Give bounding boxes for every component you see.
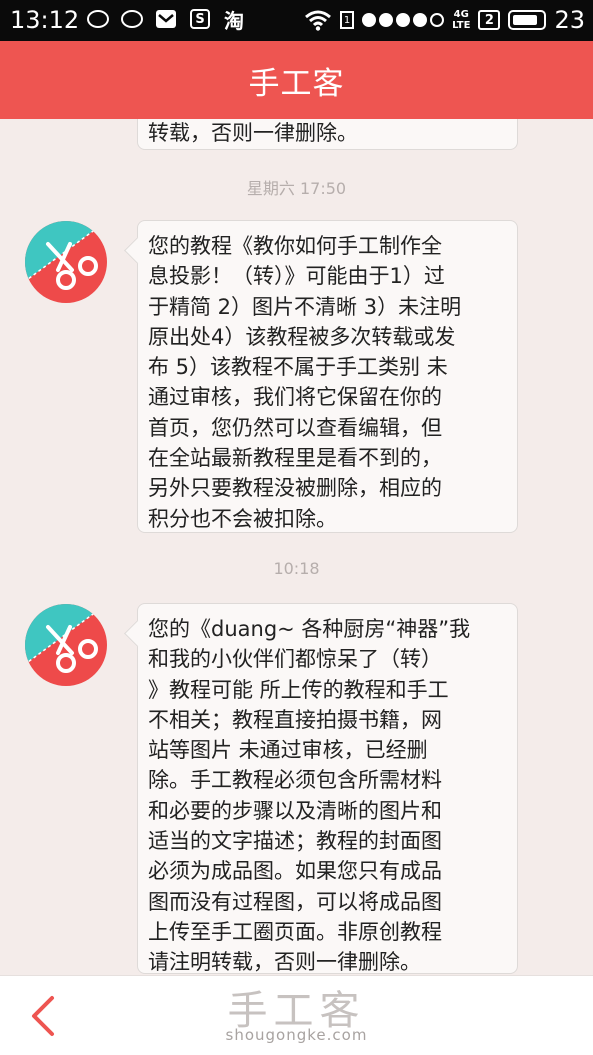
message-icon bbox=[120, 8, 144, 30]
battery-icon bbox=[508, 10, 547, 30]
sim-slot-icon: 2 bbox=[478, 10, 501, 30]
app-header: 手工客 bbox=[0, 41, 593, 119]
message-line: 另外只要教程没被删除，相应的 bbox=[148, 476, 442, 501]
message-line: 通过审核，我们将它保留在你的 bbox=[148, 385, 442, 410]
message-bubble: 您的教程《教你如何手工制作全 息投影！（转）》可能由于1）过 于精简 2）图片不… bbox=[137, 220, 518, 533]
wifi-icon bbox=[305, 10, 332, 31]
message-timestamp: 10:18 bbox=[273, 559, 320, 578]
message-line: 上传至手工圈页面。非原创教程 bbox=[148, 919, 442, 944]
message-list[interactable]: 转载，否则一律删除。 星期六 17:50 您的教程《教你如何手工制作全 息投影！… bbox=[0, 119, 593, 975]
message-line: 转载，否则一律删除。 bbox=[148, 121, 358, 145]
taobao-icon: 淘 bbox=[224, 8, 244, 33]
notification-icons: S 淘 bbox=[86, 8, 246, 33]
message-line: 首页，您仍然可以查看编辑，但 bbox=[148, 415, 442, 440]
message-line: 站等图片 未通过审核，已经删 bbox=[148, 738, 428, 763]
message-line: 您的《duang~ 各种厨房“神器”我 bbox=[148, 617, 471, 641]
s-app-label: S bbox=[190, 9, 210, 29]
network-4g: 4G bbox=[453, 9, 469, 20]
message-line: 在全站最新教程里是看不到的， bbox=[148, 446, 442, 471]
signal-icon bbox=[362, 13, 445, 27]
bottom-bar: 手工客 shougongke.com bbox=[0, 975, 593, 1055]
message-line: 于精简 2）图片不清晰 3）未注明 bbox=[148, 294, 462, 319]
message-timestamp: 星期六 17:50 bbox=[246, 179, 347, 198]
message-line: 请注明转载，否则一律删除。 bbox=[148, 950, 421, 975]
mail-icon bbox=[154, 8, 178, 30]
message-line: 您的教程《教你如何手工制作全 bbox=[148, 234, 442, 258]
battery-level: 23 bbox=[554, 6, 585, 34]
message-line: 原出处4）该教程被多次转载或发 bbox=[148, 324, 456, 349]
network-type: 4G LTE bbox=[452, 9, 470, 31]
message-line: 和我的小伙伴们都惊呆了（转） bbox=[148, 647, 442, 672]
message-line: 和必要的步骤以及清晰的图片和 bbox=[148, 798, 442, 823]
message-line: 不相关；教程直接拍摄书籍，网 bbox=[148, 707, 442, 732]
watermark-url: shougongke.com bbox=[225, 1026, 368, 1044]
message-line: 布 5）该教程不属于手工类别 未 bbox=[148, 355, 448, 380]
message-line: 积分也不会被扣除。 bbox=[148, 506, 337, 531]
chat-bubble-icon bbox=[86, 8, 110, 30]
network-lte: LTE bbox=[452, 20, 471, 31]
message-line: 适当的文字描述；教程的封面图 bbox=[148, 829, 442, 854]
message-line: 图而没有过程图，可以将成品图 bbox=[148, 889, 442, 914]
s-app-icon: S bbox=[188, 8, 212, 30]
message-bubble: 您的《duang~ 各种厨房“神器”我 和我的小伙伴们都惊呆了（转） 》教程可能… bbox=[137, 603, 518, 974]
message-line: 必须为成品图。如果您只有成品 bbox=[148, 859, 442, 884]
sim-icon: 1 bbox=[340, 11, 355, 29]
status-time: 13:12 bbox=[10, 6, 80, 34]
message-bubble: 转载，否则一律删除。 bbox=[137, 119, 518, 150]
system-icons: 1 4G LTE 2 23 bbox=[304, 6, 585, 34]
scissors-avatar-icon[interactable] bbox=[24, 220, 108, 304]
message-line: 除。手工教程必须包含所需材料 bbox=[148, 768, 442, 793]
scissors-avatar-icon[interactable] bbox=[24, 603, 108, 687]
message-line: 》教程可能 所上传的教程和手工 bbox=[148, 677, 449, 702]
status-bar: 13:12 S 淘 1 4G LTE 2 23 bbox=[0, 0, 593, 41]
message-line: 息投影！（转）》可能由于1）过 bbox=[148, 264, 445, 289]
page-title: 手工客 bbox=[248, 65, 345, 102]
